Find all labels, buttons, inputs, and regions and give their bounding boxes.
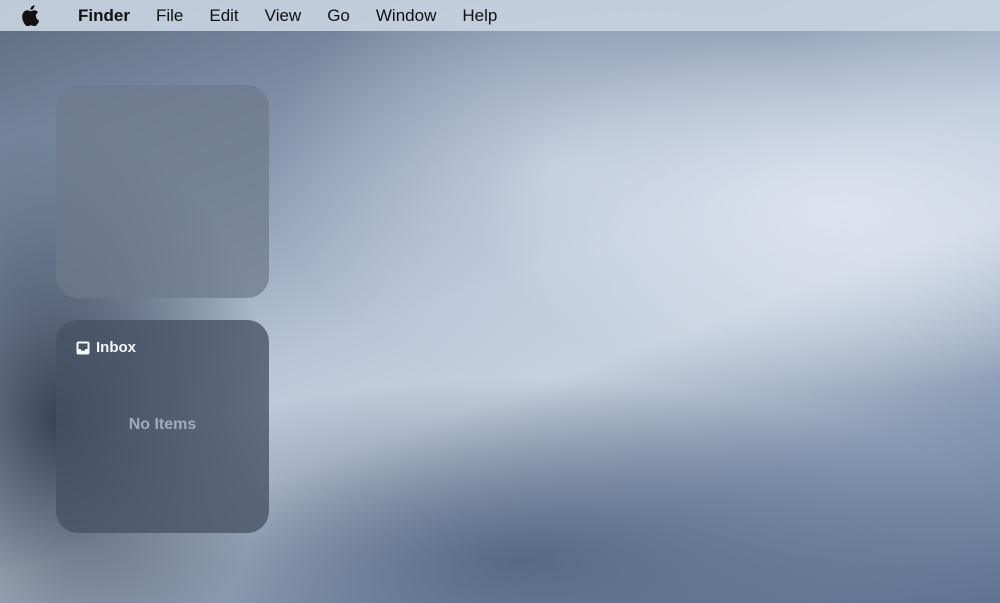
inbox-widget-header: Inbox — [76, 339, 136, 356]
menu-file[interactable]: File — [143, 0, 196, 31]
apple-logo-icon[interactable] — [21, 5, 41, 27]
inbox-tray-icon — [76, 341, 90, 355]
menu-app-finder[interactable]: Finder — [65, 0, 143, 31]
inbox-widget-title: Inbox — [96, 339, 136, 356]
menu-edit[interactable]: Edit — [196, 0, 251, 31]
menu-help[interactable]: Help — [449, 0, 510, 31]
menu-window[interactable]: Window — [363, 0, 449, 31]
menu-go[interactable]: Go — [314, 0, 363, 31]
menu-view[interactable]: View — [252, 0, 315, 31]
desktop: Finder File Edit View Go Window Help Inb… — [0, 0, 1000, 603]
no-items-label: No Items — [128, 416, 197, 433]
empty-widget[interactable] — [56, 85, 269, 298]
menu-bar: Finder File Edit View Go Window Help — [0, 0, 1000, 31]
inbox-widget[interactable]: Inbox No Items — [56, 320, 269, 533]
